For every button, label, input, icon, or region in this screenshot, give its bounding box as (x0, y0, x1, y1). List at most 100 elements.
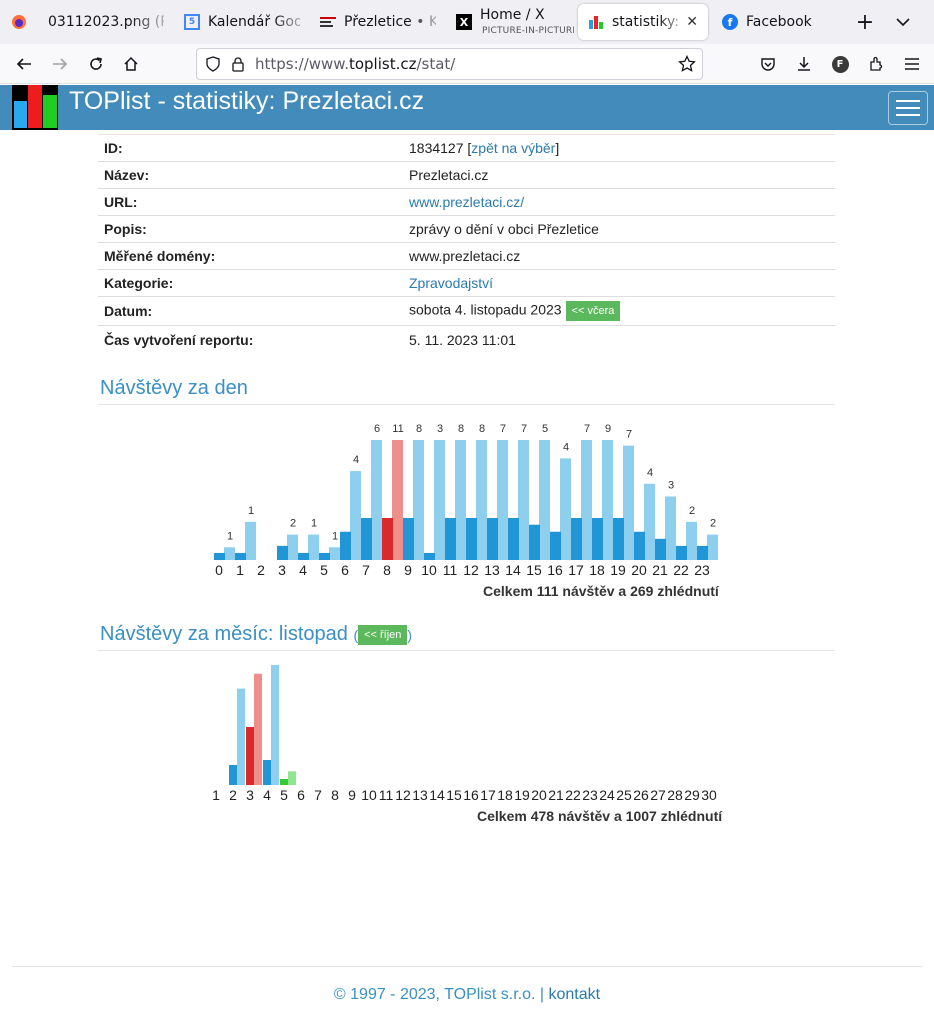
month-tick-label: 5 (280, 787, 288, 803)
month-tick-label: 6 (297, 787, 305, 803)
month-tick-label: 15 (446, 787, 462, 803)
day-views-bar (497, 440, 508, 560)
day-tick-label: 5 (320, 562, 328, 578)
day-visits-bar (634, 531, 645, 560)
month-tick-label: 8 (331, 787, 339, 803)
day-views-bar (413, 440, 424, 560)
month-tick-label: 16 (463, 787, 479, 803)
month-total: Celkem 478 návštěv a 1007 zhlédnutí (477, 808, 723, 824)
month-tick-label: 27 (650, 787, 666, 803)
month-tick-label: 28 (667, 787, 683, 803)
day-visits-bar (697, 545, 708, 560)
day-tick-label: 11 (443, 562, 458, 578)
day-views-bar (644, 483, 655, 560)
month-tick-label: 10 (361, 787, 377, 803)
day-bar-label: 8 (458, 423, 464, 435)
month-tick-label: 21 (548, 787, 564, 803)
day-tick-label: 21 (652, 562, 668, 578)
day-tick-label: 13 (484, 562, 500, 578)
day-tick-label: 4 (299, 562, 307, 578)
month-tick-label: 14 (429, 787, 445, 803)
day-visits-bar (277, 545, 288, 560)
day-views-bar (539, 440, 550, 560)
footer: © 1997 - 2023, TOPlist s.r.o. | kontakt (0, 986, 934, 1004)
day-visits-bar (403, 518, 414, 560)
day-bar-label: 3 (437, 423, 443, 435)
day-visits-bar (550, 531, 561, 560)
day-bar-label: 6 (374, 423, 380, 435)
month-tick-label: 9 (348, 787, 356, 803)
day-bar-label: 4 (353, 454, 359, 466)
month-tick-label: 2 (229, 787, 237, 803)
day-bar-label: 1 (227, 530, 233, 542)
day-tick-label: 15 (526, 562, 542, 578)
day-tick-label: 23 (694, 562, 710, 578)
day-views-bar (665, 496, 676, 560)
day-tick-label: 7 (362, 562, 370, 578)
day-bar-label: 2 (710, 518, 716, 530)
day-views-bar (371, 440, 382, 560)
day-visits-bar (655, 538, 666, 560)
day-tick-label: 10 (421, 562, 437, 578)
day-views-bar (686, 521, 697, 560)
day-bar-label: 7 (500, 423, 506, 435)
month-tick-label: 30 (701, 787, 717, 803)
day-bar-label: 1 (248, 505, 254, 517)
month-tick-label: 29 (684, 787, 700, 803)
day-visits-bar (235, 552, 246, 560)
day-bar-label: 1 (311, 518, 317, 530)
day-tick-label: 9 (404, 562, 412, 578)
day-views-bar (518, 440, 529, 560)
day-tick-label: 6 (341, 562, 349, 578)
day-visits-bar (382, 518, 393, 560)
day-bar-label: 8 (479, 423, 485, 435)
day-visits-bar (676, 545, 687, 560)
footer-divider (12, 966, 922, 967)
day-bar-label: 7 (521, 423, 527, 435)
month-tick-label: 18 (497, 787, 513, 803)
month-visits-bar (280, 779, 288, 785)
day-visits-bar (592, 518, 603, 560)
day-visits-bar (508, 518, 519, 560)
month-tick-label: 20 (531, 787, 547, 803)
day-views-bar (581, 440, 592, 560)
day-bar-label: 2 (689, 505, 695, 517)
day-tick-label: 2 (257, 562, 265, 578)
day-visits-bar (613, 518, 624, 560)
day-views-bar (434, 440, 445, 560)
day-visits-bar (487, 518, 498, 560)
day-views-bar (602, 440, 613, 560)
month-visits-bar (229, 765, 237, 785)
month-visits-bar (263, 760, 271, 785)
month-tick-label: 1 (212, 787, 220, 803)
day-bar-label: 4 (647, 467, 653, 479)
day-visits-bar (466, 518, 477, 560)
month-tick-label: 23 (582, 787, 598, 803)
month-tick-label: 24 (599, 787, 615, 803)
month-views-bar (288, 771, 296, 785)
day-tick-label: 20 (631, 562, 647, 578)
day-tick-label: 8 (383, 562, 391, 578)
month-visits-bar (246, 727, 254, 785)
month-tick-label: 19 (514, 787, 530, 803)
day-views-bar (224, 547, 235, 560)
day-views-bar (245, 521, 256, 560)
day-views-bar (707, 534, 718, 560)
month-tick-label: 26 (633, 787, 649, 803)
day-views-bar (350, 471, 361, 560)
month-views-bar (271, 665, 279, 785)
day-bar-label: 2 (290, 518, 296, 530)
day-tick-label: 18 (589, 562, 605, 578)
day-visits-bar (361, 518, 372, 560)
month-tick-label: 17 (480, 787, 496, 803)
day-views-bar (476, 440, 487, 560)
day-visits-bar (529, 524, 540, 560)
day-visits-bar (424, 552, 435, 560)
day-visits-bar (319, 552, 330, 560)
contact-link[interactable]: kontakt (548, 986, 600, 1003)
copyright-text: © 1997 - 2023, TOPlist s.r.o. | (333, 986, 545, 1003)
day-bar-label: 11 (392, 423, 403, 435)
visits-charts: 1011 223141546671188931081181271371451541… (212, 423, 718, 803)
month-tick-label: 13 (412, 787, 428, 803)
day-bar-label: 1 (332, 530, 338, 542)
